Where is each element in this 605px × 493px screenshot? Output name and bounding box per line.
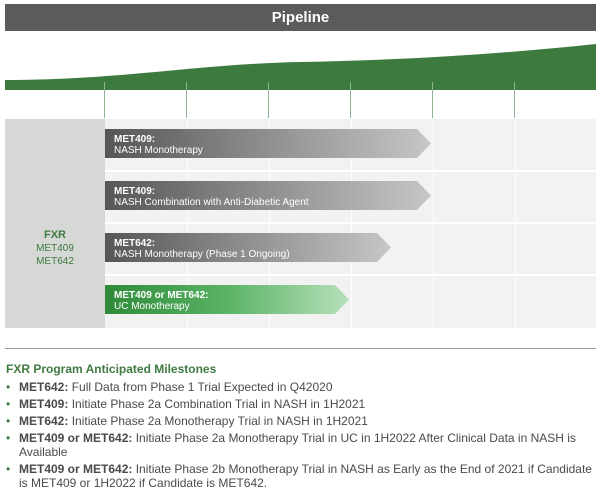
page-title: Pipeline — [5, 4, 596, 31]
column-header-phase-2: Phase 2 — [433, 82, 515, 118]
milestone-item: • MET642: Initiate Phase 2a Monotherapy T… — [6, 414, 368, 428]
pipeline-bar: MET409: NASH Combination with Anti-Diabe… — [105, 181, 431, 210]
milestone-item: • MET409 or MET642: Initiate Phase 2b Mon… — [6, 462, 592, 490]
milestone-item: • MET642: Full Data from Phase 1 Trial Ex… — [6, 380, 333, 394]
column-header-phase-3: Phase 3 — [538, 95, 573, 105]
program-candidate: MET642 — [36, 256, 74, 267]
bar-code: MET409 or MET642: — [114, 290, 209, 301]
section-divider — [5, 348, 596, 349]
bullet-icon: • — [6, 397, 11, 411]
pipeline-bar: MET642: NASH Monotherapy (Phase 1 Ongoin… — [105, 233, 391, 262]
program-name: FXR — [44, 229, 66, 241]
column-header-discovery: Discovery — [105, 82, 187, 118]
bullet-icon: • — [6, 414, 11, 428]
bar-indication: NASH Monotherapy (Phase 1 Ongoing) — [114, 249, 290, 260]
bar-code: MET642: — [114, 238, 156, 249]
milestones-list: • MET642: Full Data from Phase 1 Trial Ex… — [6, 380, 596, 493]
milestones-title: FXR Program Anticipated Milestones — [6, 362, 217, 376]
bar-indication: NASH Combination with Anti-Diabetic Agen… — [114, 197, 309, 208]
column-header-program: Program — [5, 82, 105, 118]
pipeline-bar: MET409: NASH Monotherapy — [105, 129, 431, 158]
bar-indication: UC Monotherapy — [114, 301, 190, 312]
program-column — [5, 119, 105, 328]
bar-code: MET409: — [114, 186, 156, 197]
program-label: FXR MET409 MET642 — [5, 229, 105, 268]
program-candidate: MET409 — [36, 243, 74, 254]
row-divider — [105, 222, 596, 224]
row-divider — [105, 274, 596, 276]
column-header-preclinical: Preclinical — [269, 82, 351, 118]
column-header-lead-optimization: Lead Optimization — [187, 82, 269, 118]
bullet-icon: • — [6, 462, 11, 476]
bullet-icon: • — [6, 431, 11, 445]
milestone-item: • MET409: Initiate Phase 2a Combination T… — [6, 397, 366, 411]
pipeline-bar: MET409 or MET642: UC Monotherapy — [105, 285, 349, 314]
bar-indication: NASH Monotherapy — [114, 145, 203, 156]
row-divider — [105, 170, 596, 172]
milestone-item: • MET409 or MET642: Initiate Phase 2a Mon… — [6, 431, 576, 459]
column-header-phase-1: Phase 1 — [351, 82, 433, 118]
bar-code: MET409: — [114, 134, 156, 145]
bullet-icon: • — [6, 380, 11, 394]
